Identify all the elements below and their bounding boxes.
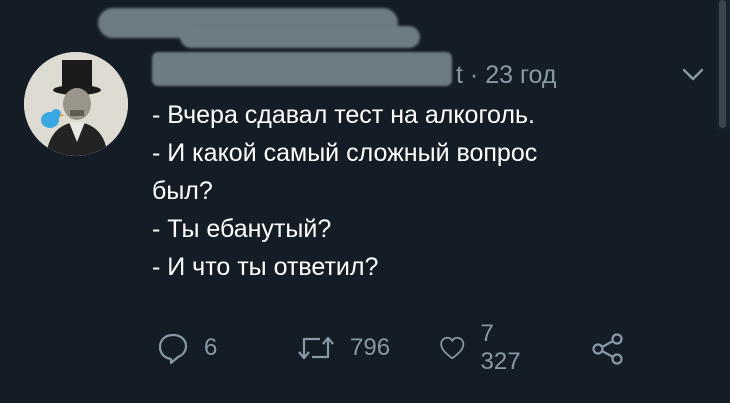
reply-button[interactable]: 6 [156,330,217,366]
tweet-line: - И какой самый сложный вопрос [152,139,538,167]
share-icon [592,333,623,365]
reply-icon [158,333,188,365]
tweet-line: - И что ты ответил? [152,253,379,281]
timestamp[interactable]: 23 год [485,61,556,89]
share-button[interactable] [590,330,626,366]
retweet-count: 796 [350,334,391,361]
tweet-text: - Вчера сдавал тест на алкоголь. - И как… [152,96,692,286]
chevron-down-icon[interactable] [681,66,705,84]
username-redaction [152,52,452,86]
retweet-icon [298,336,334,360]
like-count: 7 327 [480,320,521,375]
handle-fragment: t [456,61,463,89]
tweet-meta: t · 23 год [456,60,556,90]
tweet-line: - Ты ебанутый? [152,215,332,243]
redaction-bar [180,26,420,48]
like-button[interactable]: 7 327 [438,320,528,375]
separator: · [469,61,479,89]
heart-icon [440,336,465,360]
retweet-button[interactable]: 796 [296,330,390,366]
scrollbar[interactable] [716,0,730,130]
avatar-image [24,52,128,156]
tweet-line: - Вчера сдавал тест на алкоголь. [152,101,535,129]
reply-count: 6 [204,334,218,361]
avatar[interactable] [24,52,128,156]
tweet-line: был? [152,177,213,205]
